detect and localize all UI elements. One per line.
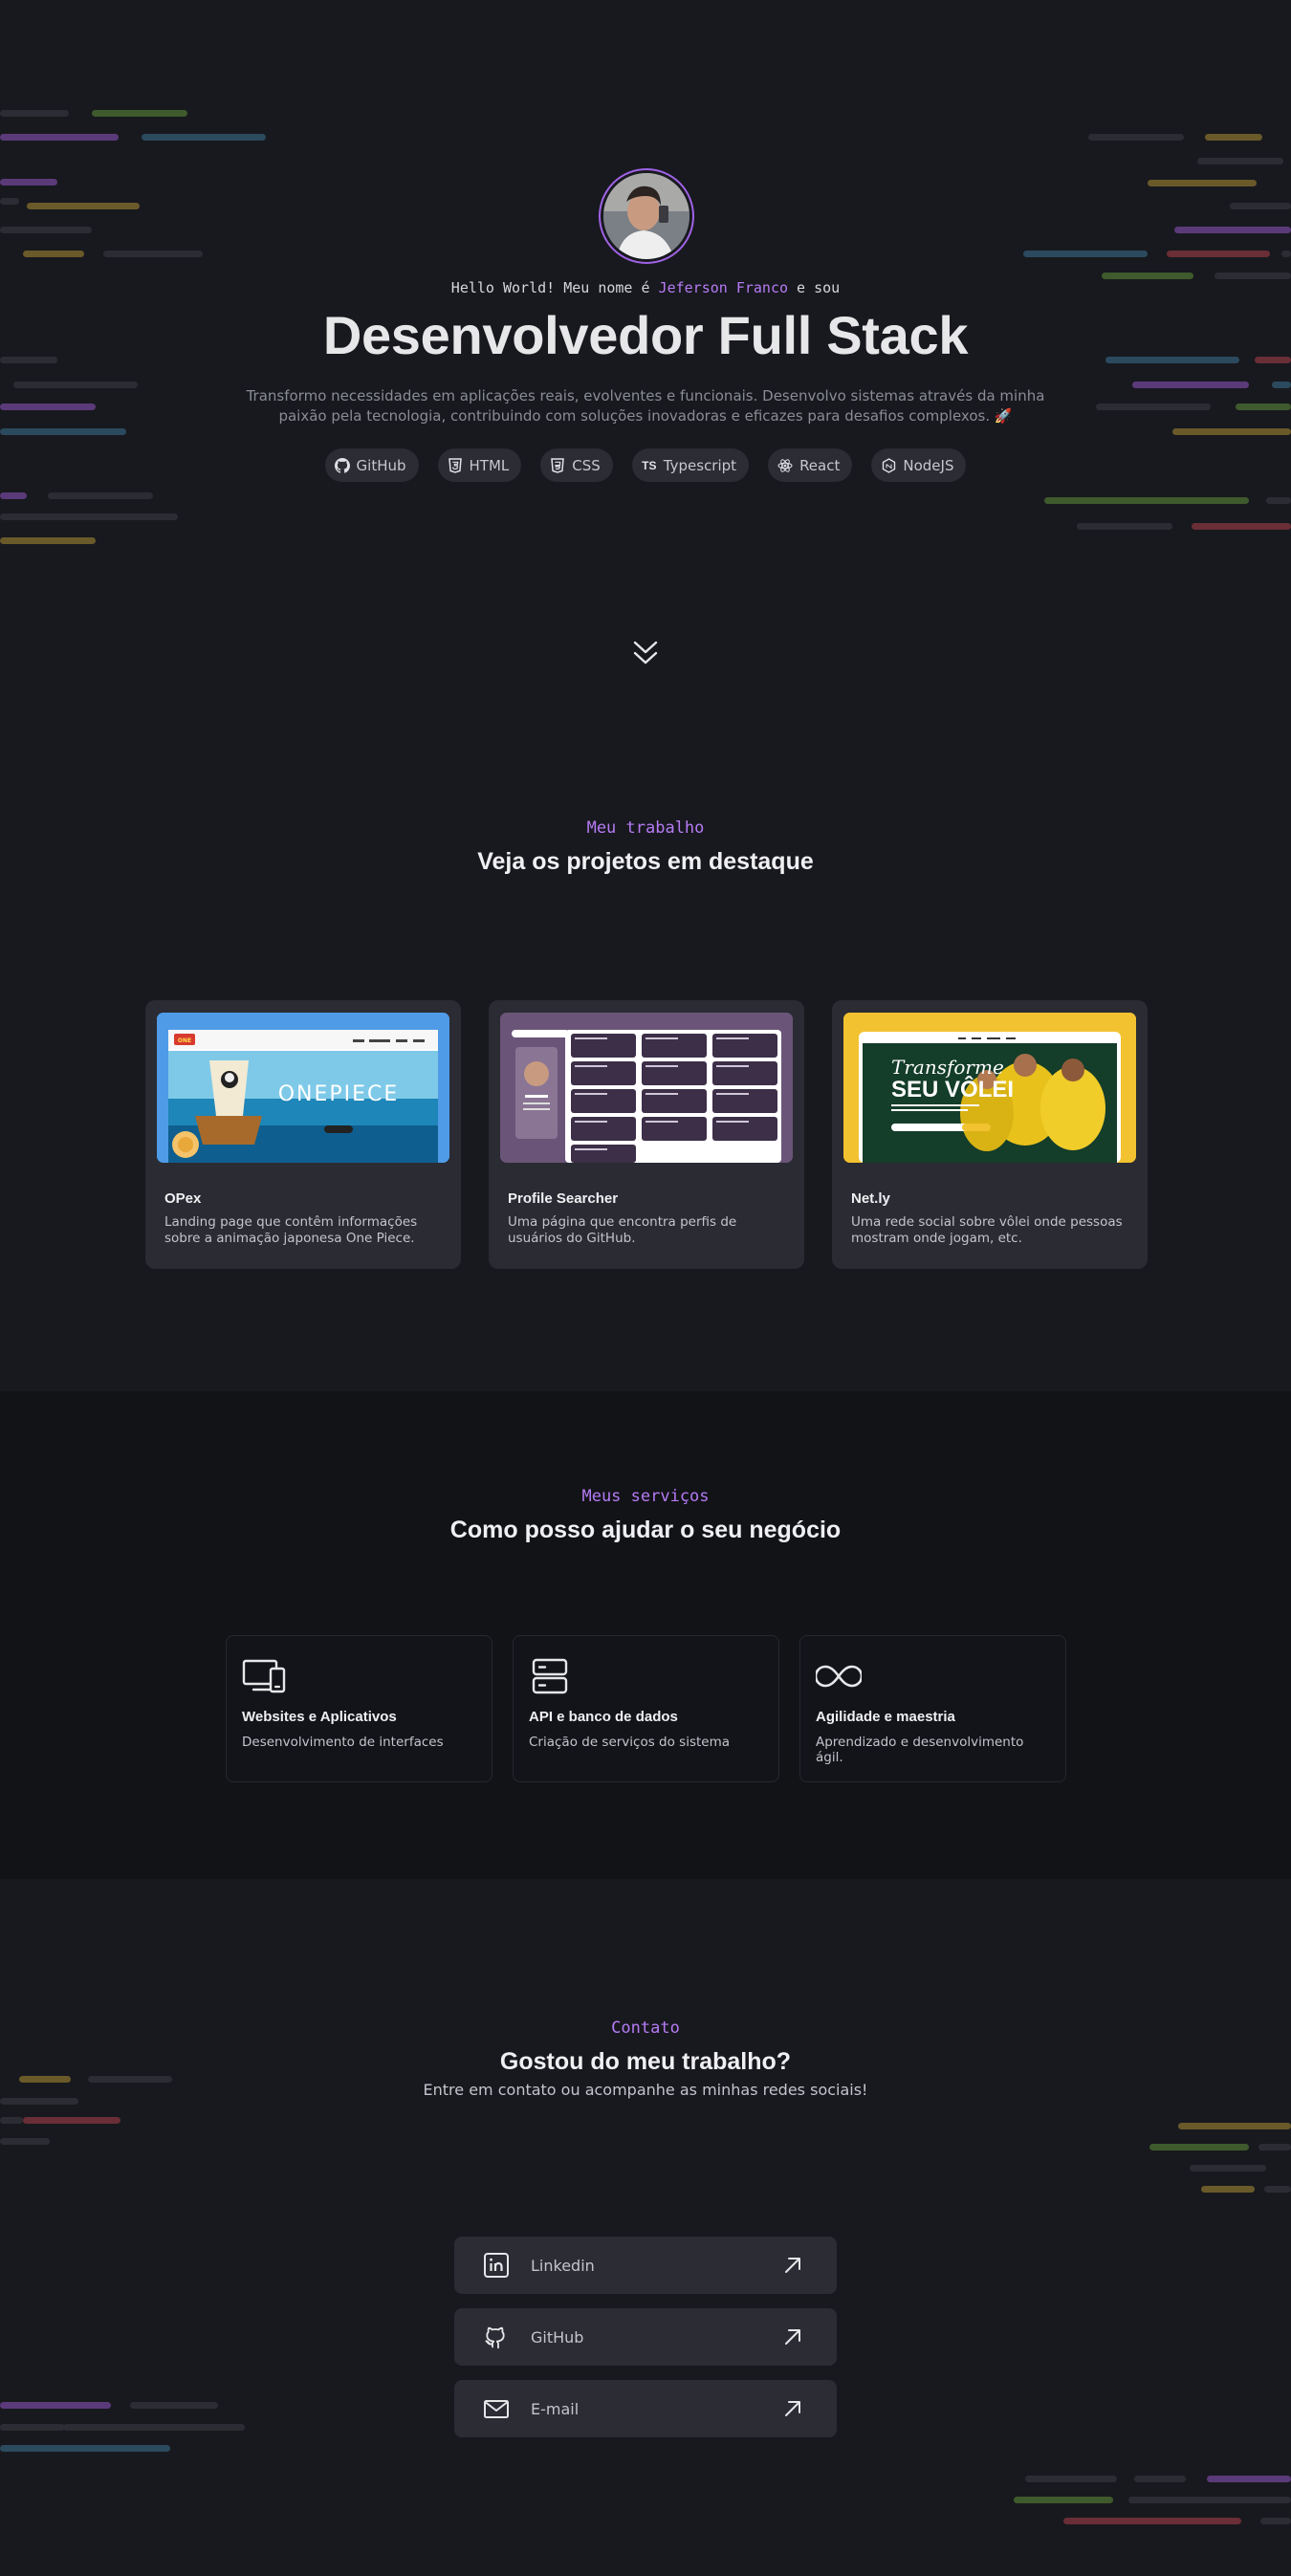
code-line-decoration [1178, 2123, 1291, 2129]
mail-icon [483, 2395, 510, 2422]
hero-description: Transformo necessidades em aplicações re… [246, 387, 1045, 425]
services-label: Meus serviços [581, 1487, 710, 1506]
devices-icon [242, 1657, 288, 1695]
contact-label: Contato [611, 2019, 680, 2038]
projects-label: Meu trabalho [586, 819, 705, 838]
code-line-decoration [1149, 2144, 1249, 2150]
code-line-decoration [63, 2424, 245, 2431]
tech-badge-nodejs: NodeJS [871, 448, 967, 482]
avatar [599, 168, 694, 264]
project-description: Uma rede social sobre vôlei onde pessoas… [851, 1214, 1123, 1246]
services-title: Como posso ajudar o seu negócio [449, 1517, 842, 1543]
service-description: Desenvolvimento de interfaces [242, 1735, 444, 1750]
code-line-decoration [1134, 2476, 1186, 2482]
service-card-agility: Agilidade e maestria Aprendizado e desen… [799, 1635, 1066, 1782]
nodejs-icon [881, 457, 896, 473]
arrow-up-right-icon [781, 2325, 804, 2348]
tech-badge-typescript: TS Typescript [631, 448, 750, 482]
tech-badge-react: React [768, 448, 853, 482]
code-line-decoration [0, 2098, 78, 2105]
react-icon [777, 458, 793, 473]
code-line-decoration [1025, 2476, 1117, 2482]
code-line-decoration [1264, 2186, 1291, 2193]
github-icon [334, 457, 350, 473]
code-line-decoration [0, 2138, 50, 2145]
github-link[interactable]: GitHub [454, 2308, 837, 2366]
service-title: Websites e Aplicativos [242, 1709, 397, 1725]
code-line-decoration [0, 2445, 170, 2452]
service-card-api: API e banco de dados Criação de serviços… [513, 1635, 779, 1782]
database-icon [529, 1657, 575, 1695]
arrow-up-right-icon [781, 2397, 804, 2420]
code-line-decoration [1063, 2518, 1241, 2524]
code-line-decoration [23, 2117, 120, 2124]
contact-links: Linkedin GitHub E-mail [454, 2237, 837, 2452]
css-icon [550, 457, 565, 473]
project-title: OPex [164, 1190, 202, 1207]
code-line-decoration [130, 2402, 218, 2409]
project-image-opex: ONE ONEPIECE [157, 1013, 449, 1163]
code-line-decoration [1207, 2476, 1291, 2482]
project-description: Landing page que contêm informações sobr… [164, 1214, 418, 1246]
email-link[interactable]: E-mail [454, 2380, 837, 2437]
project-card-opex[interactable]: ONE ONEPIECE OPex Landing page que contê… [145, 1000, 461, 1269]
github-icon [483, 2324, 510, 2350]
project-image-netly: Transforme SEU VÔLEI [843, 1013, 1136, 1163]
project-title: Profile Searcher [508, 1190, 619, 1207]
project-description: Uma página que encontra perfis de usuári… [508, 1214, 737, 1246]
hero-name: Jeferson Franco [658, 279, 789, 296]
hero-greeting: Hello World! Meu nome é Jeferson Franco … [450, 279, 841, 296]
projects-title: Veja os projetos em destaque [477, 848, 814, 875]
code-line-decoration [1201, 2186, 1255, 2193]
project-image-profile-searcher [500, 1013, 793, 1163]
code-line-decoration [0, 2402, 111, 2409]
code-line-decoration [1258, 2144, 1291, 2150]
tech-badge-html: HTML [437, 448, 522, 482]
hero-title: Desenvolvedor Full Stack [322, 305, 969, 365]
projects-list: ONE ONEPIECE OPex Landing page que contê… [145, 1000, 1148, 1269]
tech-list: GitHub HTML CSS TS Typescript React Node… [0, 448, 1291, 482]
link-label: GitHub [531, 2327, 584, 2347]
service-description: Aprendizado e desenvolvimento ágil. [816, 1735, 1024, 1765]
svg-text:Transforme: Transforme [891, 1056, 1004, 1079]
link-label: Linkedin [531, 2256, 595, 2275]
service-description: Criação de serviços do sistema [529, 1735, 731, 1750]
tech-badge-github: GitHub [324, 448, 419, 482]
service-title: Agilidade e maestria [816, 1709, 955, 1725]
tech-badge-css: CSS [540, 448, 613, 482]
project-card-profile-searcher[interactable]: Profile Searcher Uma página que encontra… [489, 1000, 804, 1269]
link-label: E-mail [531, 2399, 580, 2418]
code-line-decoration [1190, 2165, 1266, 2172]
code-line-decoration [0, 2424, 65, 2431]
hero-section: Hello World! Meu nome é Jeferson Franco … [0, 0, 1291, 765]
linkedin-icon [483, 2252, 510, 2279]
svg-text:ONEPIECE: ONEPIECE [278, 1082, 400, 1106]
code-line-decoration [1014, 2497, 1113, 2503]
code-line-decoration [0, 2117, 23, 2124]
service-card-websites: Websites e Aplicativos Desenvolvimento d… [226, 1635, 492, 1782]
arrow-up-right-icon [781, 2254, 804, 2277]
code-line-decoration [1260, 2518, 1291, 2524]
contact-title: Gostou do meu trabalho? [499, 2048, 792, 2075]
svg-text:ONE: ONE [178, 1037, 191, 1044]
services-list: Websites e Aplicativos Desenvolvimento d… [226, 1635, 1066, 1782]
scroll-down-icon[interactable] [632, 639, 659, 667]
linkedin-link[interactable]: Linkedin [454, 2237, 837, 2294]
svg-text:SEU VÔLEI: SEU VÔLEI [891, 1076, 1014, 1102]
project-title: Net.ly [851, 1190, 890, 1207]
infinity-icon [814, 1657, 864, 1695]
project-card-netly[interactable]: Transforme SEU VÔLEI Net.ly Uma rede soc… [832, 1000, 1148, 1269]
typescript-icon: TS [642, 458, 657, 472]
service-title: API e banco de dados [529, 1709, 678, 1725]
html-icon [448, 457, 463, 473]
services-section: Meus serviços Como posso ajudar o seu ne… [0, 1391, 1291, 1879]
code-line-decoration [1128, 2497, 1291, 2503]
contact-subtitle: Entre em contato ou acompanhe as minhas … [423, 2081, 868, 2099]
